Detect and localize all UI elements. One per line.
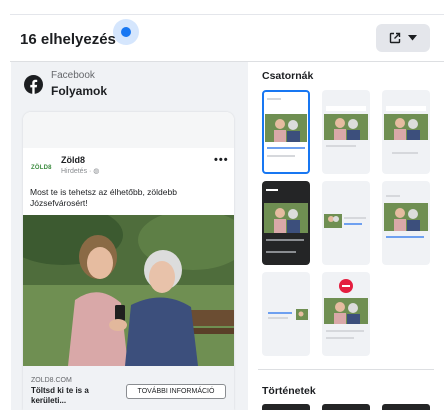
sponsored-label: Hirdetés · ◍ <box>61 168 100 175</box>
thumb-text-bar <box>344 217 366 219</box>
learn-more-button[interactable]: TOVÁBBI INFORMÁCIÓ <box>126 384 226 399</box>
placement-thumb-in-stream-video[interactable] <box>322 272 370 356</box>
placement-thumb-instagram-feed[interactable] <box>322 90 370 174</box>
thumb-text-bar <box>326 145 356 147</box>
preview-header: 16 elhelyezés <box>0 15 444 61</box>
advertiser-name: Zöld8 <box>61 155 85 165</box>
preview-platform: Facebook <box>51 70 95 81</box>
ad-preview-card[interactable]: ZÖLD8 Zöld8 Hirdetés · ◍ ••• Most te is … <box>23 112 234 410</box>
placement-thumb-messenger-inbox[interactable] <box>382 90 430 174</box>
caret-down-icon <box>408 35 417 41</box>
thumb-header-bar <box>267 98 281 100</box>
thumb-text-bar <box>268 317 288 319</box>
thumb-link-bar <box>386 236 424 238</box>
thumb-image <box>324 214 342 228</box>
thumb-image <box>384 203 428 231</box>
thumb-link-bar <box>268 312 292 314</box>
thumb-image <box>324 114 368 140</box>
placement-thumb-facebook-feed[interactable] <box>262 90 310 174</box>
thumb-text-bar <box>392 152 418 154</box>
ad-link-footer[interactable]: ZOLD8.COM Töltsd ki te is a kerületi... … <box>23 366 234 410</box>
thumb-image <box>324 298 368 324</box>
stop-icon <box>339 279 353 293</box>
advertiser-logo: ZÖLD8 <box>31 165 52 171</box>
feed-preview-panel: Facebook Folyamok ZÖLD8 Zöld8 Hirdetés ·… <box>11 62 248 410</box>
placement-thumb-story-3[interactable] <box>382 404 430 410</box>
placement-thumb-marketplace[interactable] <box>382 181 430 265</box>
section-divider <box>258 369 434 370</box>
thumb-header-bar <box>386 106 426 111</box>
thumb-text-bar <box>326 330 364 332</box>
share-preview-button[interactable] <box>376 24 430 52</box>
ad-image <box>23 215 234 366</box>
thumb-image <box>265 114 307 142</box>
external-link-icon <box>389 32 401 44</box>
placement-count: 16 elhelyezés <box>20 31 116 48</box>
placements-preview-panel: 16 elhelyezés Facebook Folyamok ZÖLD8 Zö… <box>0 0 444 410</box>
link-headline: Töltsd ki te is a kerületi... <box>31 386 89 405</box>
facebook-logo-icon <box>24 75 43 94</box>
link-domain: ZOLD8.COM <box>31 377 72 384</box>
thumb-link-bar <box>344 223 362 225</box>
thumb-header-bar <box>266 189 278 191</box>
thumb-image <box>264 203 308 233</box>
feeds-section-title: Csatornák <box>262 70 314 82</box>
placement-thumb-search-results[interactable] <box>262 272 310 356</box>
thumb-header-bar <box>386 195 400 197</box>
placement-thumb-story-2[interactable] <box>322 404 370 410</box>
thumb-image <box>384 114 428 140</box>
card-top-bar <box>23 112 234 148</box>
thumb-text-bar <box>326 337 354 339</box>
preview-placement: Folyamok <box>51 84 108 98</box>
thumb-image <box>296 308 308 320</box>
thumb-text-bar <box>267 155 295 157</box>
thumb-header-bar <box>326 106 366 111</box>
tour-hotspot-icon[interactable] <box>113 19 139 45</box>
more-options-icon[interactable]: ••• <box>214 154 229 166</box>
stories-section-title: Történetek <box>262 385 316 397</box>
thumb-text-bar <box>266 251 296 253</box>
thumb-text-bar <box>266 239 304 241</box>
ad-primary-text: Most te is tehetsz az élhetőbb, zöldebb … <box>30 187 177 208</box>
thumb-link-bar <box>267 147 305 149</box>
placement-thumb-video-feed[interactable] <box>262 181 310 265</box>
placement-thumb-story-1[interactable] <box>262 404 310 410</box>
placement-thumb-right-column[interactable] <box>322 181 370 265</box>
